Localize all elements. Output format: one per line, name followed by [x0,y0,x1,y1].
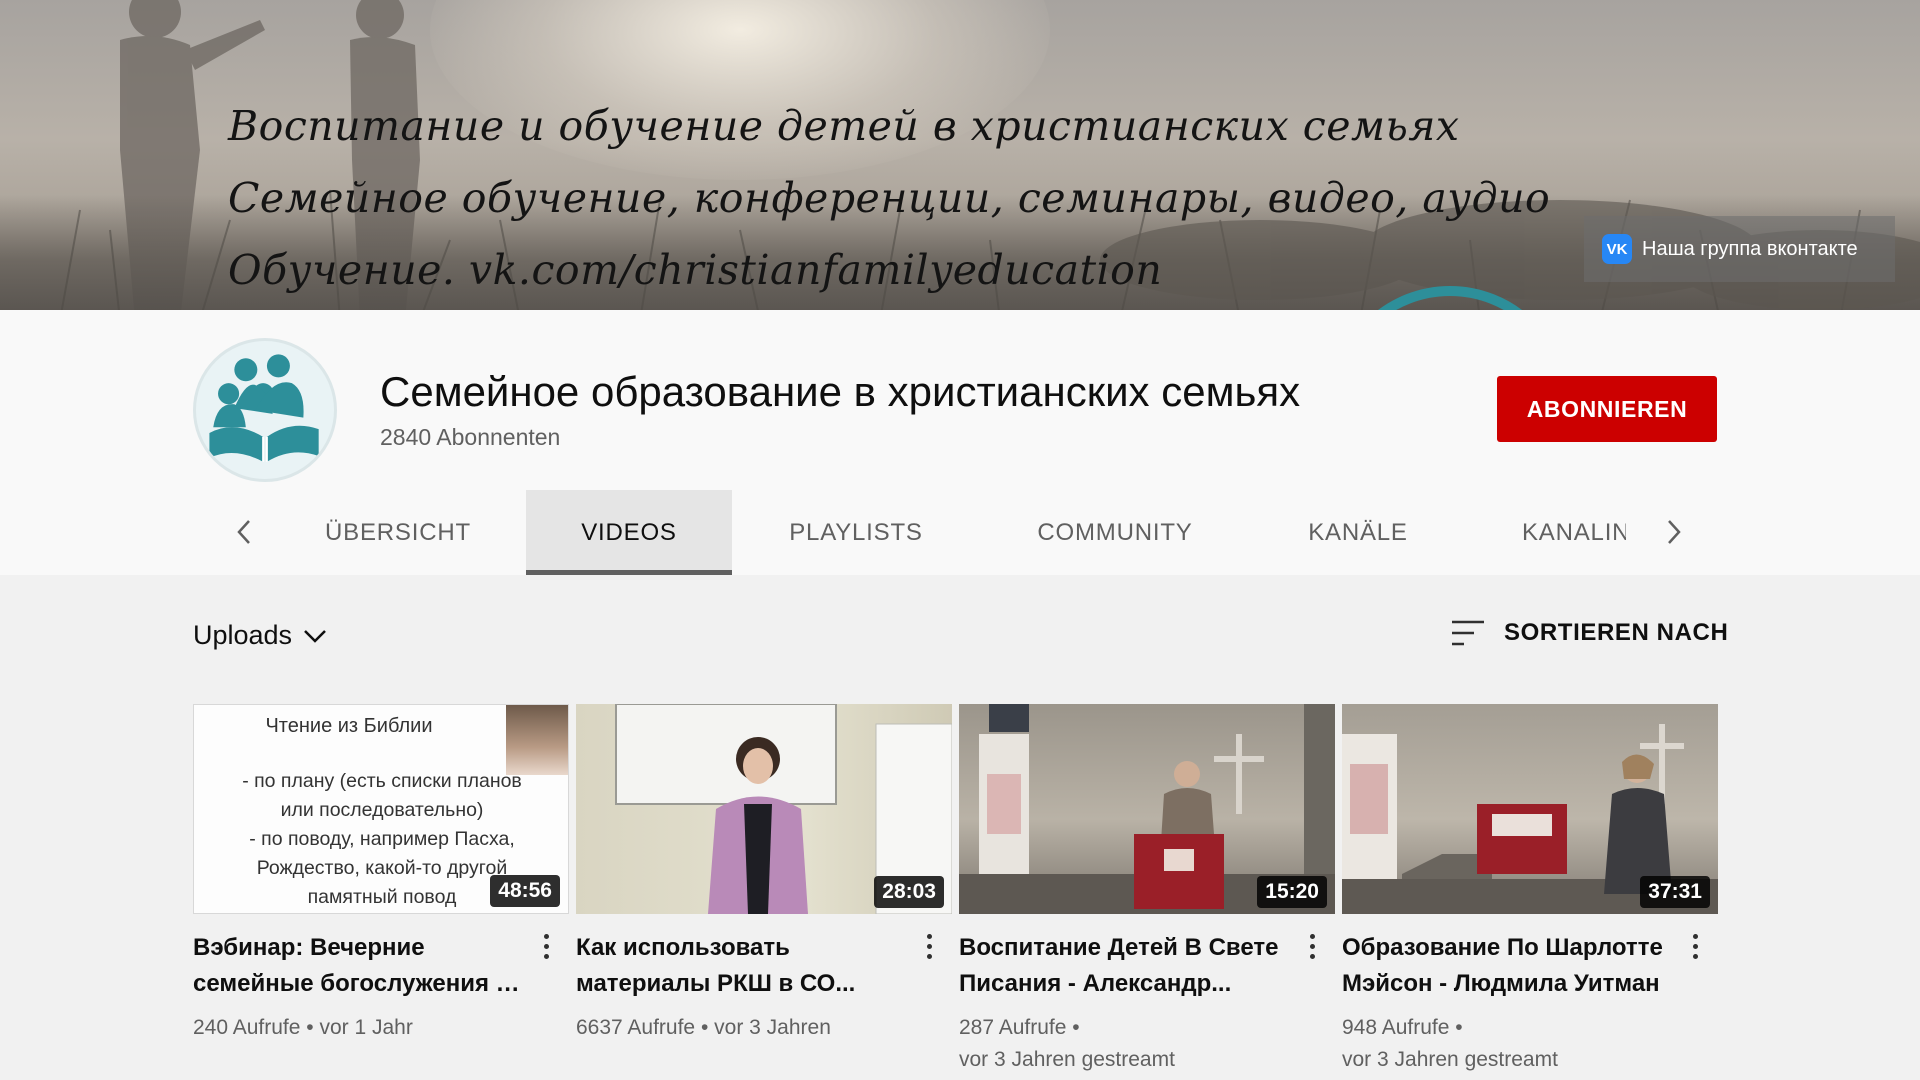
video-card: 37:31 Образование По Шарлотте Мэйсон - Л… [1342,704,1718,1076]
channel-banner: Воспитание и обучение детей в христианск… [0,0,1920,310]
vk-icon: VK [1602,234,1632,264]
vk-link-label: Наша группа вконтакте [1642,237,1858,260]
tabs-scroll-right-button[interactable] [1652,510,1696,554]
more-options-icon[interactable] [1684,926,1706,966]
video-age: vor 3 Jahren gestreamt [959,1048,1175,1071]
channel-header: Семейное образование в христианских семь… [0,310,1920,575]
webcam-overlay [506,705,568,775]
video-title[interactable]: Воспитание Детей В Свете Писания - Алекс… [959,930,1289,1002]
banner-line-3: Обучение. vk.com/christianfamilyeducatio… [228,246,1163,294]
channel-avatar[interactable] [193,338,337,482]
video-age: vor 3 Jahren gestreamt [1342,1048,1558,1071]
meta-separator: • [1455,1016,1463,1039]
tab-community[interactable]: COMMUNITY [1010,490,1220,575]
video-card: 15:20 Воспитание Детей В Свете Писания -… [959,704,1335,1076]
video-duration: 15:20 [1257,876,1327,908]
video-thumbnail[interactable]: 37:31 [1342,704,1718,914]
video-title[interactable]: Образование По Шарлотте Мэйсон - Людмила… [1342,930,1672,1002]
tab-videos[interactable]: VIDEOS [526,490,732,575]
subscriber-count: 2840 Abonnenten [380,424,561,450]
video-duration: 48:56 [490,875,560,907]
video-card: Чтение из Библии - по плану (есть списки… [193,704,569,1044]
thumbnail-slide-heading: Чтение из Библии [265,715,433,737]
tab-overview[interactable]: ÜBERSICHT [300,490,496,575]
family-book-logo-icon [209,354,319,462]
more-options-icon[interactable] [918,926,940,966]
sort-icon [1452,620,1484,646]
more-options-icon[interactable] [535,926,557,966]
banner-text: Воспитание и обучение детей в христианск… [228,90,1550,306]
tab-playlists[interactable]: PLAYLISTS [760,490,952,575]
chevron-right-icon [1668,520,1681,544]
banner-line-2: Семейное обучение, конференции, семинары… [228,174,1551,222]
thumbnail-slide-line: или последовательно) [280,799,484,821]
chevron-down-icon [304,629,326,643]
meta-separator: • [306,1016,320,1039]
chevron-left-icon [237,520,250,544]
video-age: vor 3 Jahren [714,1016,831,1039]
meta-separator: • [1072,1016,1080,1039]
more-options-icon[interactable] [1301,926,1323,966]
vk-group-link[interactable]: VK Наша группа вконтакте [1584,216,1895,282]
tab-channels[interactable]: KANÄLE [1290,490,1426,575]
banner-line-1: Воспитание и обучение детей в христианск… [228,102,1460,150]
video-title[interactable]: Как использовать материалы РКШ в СО... [576,930,906,1002]
video-views: 240 Aufrufe [193,1016,301,1039]
video-views: 948 Aufrufe [1342,1016,1450,1039]
uploads-dropdown[interactable]: Uploads [193,620,328,651]
video-meta: 6637 Aufrufe • vor 3 Jahren [576,1012,952,1044]
video-thumbnail[interactable]: 28:03 [576,704,952,914]
sort-label: SORTIEREN NACH [1504,619,1729,646]
video-views: 6637 Aufrufe [576,1016,696,1039]
video-thumbnail[interactable]: Чтение из Библии - по плану (есть списки… [193,704,569,914]
thumbnail-slide-line: - по поводу, например Пасха, [249,828,515,850]
video-card: 28:03 Как использовать материалы РКШ в С… [576,704,952,1044]
video-duration: 37:31 [1640,876,1710,908]
channel-tabs: ÜBERSICHT VIDEOS PLAYLISTS COMMUNITY KAN… [0,490,1920,575]
channel-title: Семейное образование в христианских семь… [380,368,1301,415]
video-age: vor 1 Jahr [319,1016,413,1039]
video-meta: 240 Aufrufe • vor 1 Jahr [193,1012,569,1044]
subscribe-button[interactable]: ABONNIEREN [1497,376,1717,442]
video-duration: 28:03 [874,876,944,908]
video-meta: 948 Aufrufe • vor 3 Jahren gestreamt [1342,1012,1718,1076]
uploads-label: Uploads [193,620,293,650]
meta-separator: • [700,1016,715,1039]
video-meta: 287 Aufrufe • vor 3 Jahren gestreamt [959,1012,1335,1076]
sort-button[interactable]: SORTIEREN NACH [1450,618,1728,648]
video-views: 287 Aufrufe [959,1016,1067,1039]
video-thumbnail[interactable]: 15:20 [959,704,1335,914]
tabs-scroll-left-button[interactable] [222,510,266,554]
tab-about[interactable]: KANALINFO [1522,490,1626,575]
video-title[interactable]: Вэбинар: Вечерние семейные богослужения … [193,930,523,1002]
